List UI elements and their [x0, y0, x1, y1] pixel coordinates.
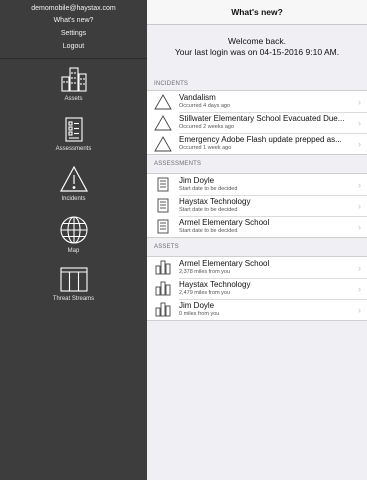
nav-list: Assets Assessments Incidents Map Threat … — [0, 59, 147, 309]
assets-list: Armel Elementary School 2,378 miles from… — [147, 256, 367, 321]
buildings-icon — [155, 302, 171, 317]
assessments-header: ASSESSMENTS — [154, 161, 202, 167]
assessment-title: Armel Elementary School — [179, 218, 270, 227]
nav-label-assets: Assets — [64, 96, 83, 102]
chevron-right-icon: › — [358, 138, 361, 149]
asset-row[interactable]: Armel Elementary School 2,378 miles from… — [147, 257, 367, 278]
buildings-icon — [60, 67, 87, 92]
assessment-date: Start date to be decided — [179, 228, 238, 234]
assessment-row[interactable]: Armel Elementary School Start date to be… — [147, 216, 367, 237]
assets-header: ASSETS — [154, 244, 179, 250]
welcome-line-2: Your last login was on 04-15-2016 9:10 A… — [174, 47, 340, 57]
incident-time: Occurred 1 week ago — [179, 145, 232, 151]
main-panel: What's new? Welcome back. Your last logi… — [147, 0, 367, 480]
warning-icon — [154, 93, 172, 109]
asset-row[interactable]: Haystax Technology 2,479 miles from you … — [147, 278, 367, 299]
assessments-list: Jim Doyle Start date to be decided › Hay… — [147, 173, 367, 238]
page-title: What's new? — [231, 7, 283, 17]
warning-icon — [154, 135, 172, 151]
assessment-row[interactable]: Jim Doyle Start date to be decided › — [147, 174, 367, 195]
chevron-right-icon: › — [358, 304, 361, 315]
asset-title: Armel Elementary School — [179, 259, 270, 268]
chevron-right-icon: › — [358, 117, 361, 128]
nav-item-incidents[interactable]: Incidents — [0, 159, 147, 209]
globe-icon — [59, 216, 88, 244]
assessment-title: Jim Doyle — [179, 176, 215, 185]
checklist-icon — [64, 117, 83, 142]
chevron-right-icon: › — [358, 283, 361, 294]
asset-distance: 2,378 miles from you — [179, 269, 231, 275]
welcome-message: Welcome back. Your last login was on 04-… — [147, 25, 367, 78]
incident-title: Stillwater Elementary School Evacuated D… — [179, 114, 345, 123]
asset-title: Haystax Technology — [179, 280, 251, 289]
assessment-title: Haystax Technology — [179, 197, 251, 206]
chevron-right-icon: › — [358, 96, 361, 107]
chevron-right-icon: › — [358, 221, 361, 232]
incident-row[interactable]: Stillwater Elementary School Evacuated D… — [147, 112, 367, 133]
asset-distance: 2,479 miles from you — [179, 290, 231, 296]
nav-item-assessments[interactable]: Assessments — [0, 109, 147, 159]
incident-title: Emergency Adobe Flash update prepped as.… — [179, 135, 342, 144]
sidebar: demomobile@haystax.com What's new? Setti… — [0, 0, 147, 480]
warning-icon — [154, 114, 172, 130]
assessment-row[interactable]: Haystax Technology Start date to be deci… — [147, 195, 367, 216]
top-bar: What's new? — [147, 0, 367, 25]
nav-label-assessments: Assessments — [55, 146, 92, 152]
asset-distance: 0 miles from you — [179, 311, 220, 317]
incident-row[interactable]: Emergency Adobe Flash update prepped as.… — [147, 133, 367, 154]
buildings-icon — [155, 260, 171, 275]
incident-title: Vandalism — [179, 93, 216, 102]
warning-icon — [59, 165, 88, 192]
nav-label-map: Map — [67, 248, 80, 254]
incident-time: Occurred 4 days ago — [179, 103, 231, 109]
menu-logout[interactable]: Logout — [0, 40, 147, 53]
welcome-line-1: Welcome back. — [228, 36, 286, 46]
account-email: demomobile@haystax.com — [31, 5, 116, 12]
chevron-right-icon: › — [358, 262, 361, 273]
account-panel: demomobile@haystax.com What's new? Setti… — [0, 0, 147, 59]
nav-label-threat-streams: Threat Streams — [52, 296, 95, 302]
nav-item-map[interactable]: Map — [0, 209, 147, 259]
nav-item-threat-streams[interactable]: Threat Streams — [0, 259, 147, 309]
checklist-icon — [157, 219, 169, 234]
incident-row[interactable]: Vandalism Occurred 4 days ago › — [147, 91, 367, 112]
chevron-right-icon: › — [358, 200, 361, 211]
menu-settings[interactable]: Settings — [0, 27, 147, 40]
chevron-right-icon: › — [358, 179, 361, 190]
assessment-date: Start date to be decided — [179, 207, 238, 213]
incident-time: Occurred 2 weeks ago — [179, 124, 235, 130]
nav-label-incidents: Incidents — [61, 196, 86, 202]
columns-icon — [59, 267, 88, 292]
asset-row[interactable]: Jim Doyle 0 miles from you › — [147, 299, 367, 320]
menu-whats-new[interactable]: What's new? — [0, 14, 147, 27]
buildings-icon — [155, 281, 171, 296]
checklist-icon — [157, 177, 169, 192]
incidents-header: INCIDENTS — [154, 81, 189, 87]
nav-item-assets[interactable]: Assets — [0, 59, 147, 109]
assessment-date: Start date to be decided — [179, 186, 238, 192]
checklist-icon — [157, 198, 169, 213]
incidents-list: Vandalism Occurred 4 days ago › Stillwat… — [147, 90, 367, 155]
asset-title: Jim Doyle — [179, 301, 215, 310]
